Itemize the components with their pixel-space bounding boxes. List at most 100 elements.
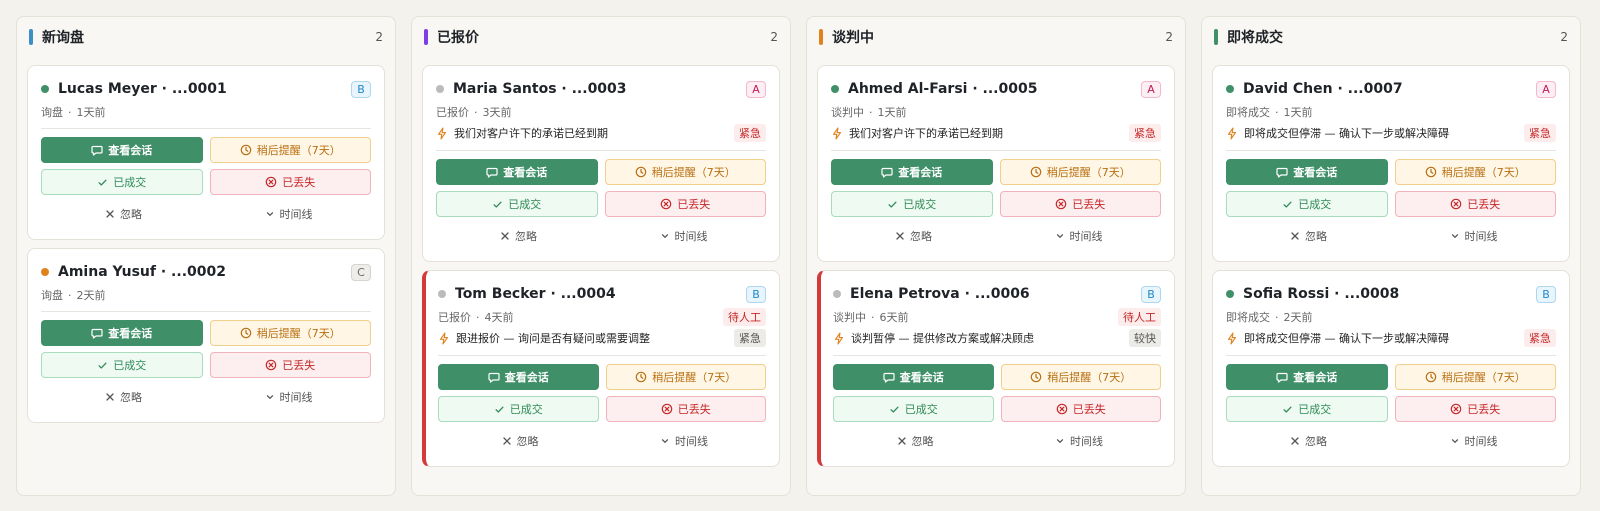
ignore-button[interactable]: 忽略 — [438, 433, 602, 449]
close-icon — [105, 392, 115, 402]
column-count: 2 — [770, 30, 778, 44]
outcome-actions: 已成交 已丢失 — [41, 352, 371, 378]
x-circle-icon — [660, 198, 672, 210]
view-chat-button[interactable]: 查看会话 — [831, 159, 993, 185]
status-dot — [833, 290, 841, 298]
lead-card[interactable]: Lucas Meyer · ...0001 B 询盘 · 1天前 查看会话 稍后提醒（7天）… — [27, 65, 385, 240]
mark-won-button[interactable]: 已成交 — [1226, 191, 1388, 217]
ignore-button[interactable]: 忽略 — [831, 228, 996, 244]
lead-card[interactable]: Elena Petrova · ...0006 B 谈判中 · 6天前 待人工 谈判暂停 —… — [817, 270, 1175, 467]
grade-badge: B — [746, 285, 766, 303]
mark-won-button[interactable]: 已成交 — [41, 352, 203, 378]
link-label: 忽略 — [911, 435, 934, 448]
urgency-badge: 紧急 — [1524, 124, 1556, 142]
mark-lost-button[interactable]: 已丢失 — [604, 191, 766, 217]
ignore-button[interactable]: 忽略 — [436, 228, 601, 244]
lead-card[interactable]: Sofia Rossi · ...0008 B 即将成交 · 2天前 即将成交但停滞 — … — [1212, 270, 1570, 467]
lead-name: Maria Santos · ...0003 — [453, 81, 627, 97]
mark-won-button[interactable]: 已成交 — [831, 191, 993, 217]
ignore-button[interactable]: 忽略 — [1226, 433, 1391, 449]
mark-lost-button[interactable]: 已丢失 — [1394, 191, 1556, 217]
followup-reason: 谈判暂停 — 提供修改方案或解决顾虑 较快 — [833, 327, 1161, 349]
primary-actions: 查看会话 稍后提醒（7天） — [1226, 364, 1556, 390]
lead-stage: 即将成交 — [1226, 106, 1270, 119]
remind-later-button[interactable]: 稍后提醒（7天） — [1000, 364, 1161, 390]
button-label: 已丢失 — [677, 403, 711, 416]
clock-icon — [1425, 371, 1437, 383]
column-header: 谈判中 2 — [817, 17, 1175, 57]
view-chat-button[interactable]: 查看会话 — [1226, 364, 1388, 390]
grade-badge: B — [1141, 285, 1161, 303]
card-divider — [41, 311, 371, 312]
lead-card[interactable]: Amina Yusuf · ...0002 C 询盘 · 2天前 查看会话 稍后提醒（7天）… — [27, 248, 385, 423]
chevron-down-icon — [265, 392, 275, 402]
ignore-button[interactable]: 忽略 — [833, 433, 997, 449]
card-divider — [1226, 150, 1556, 151]
ignore-button[interactable]: 忽略 — [41, 206, 206, 222]
lead-card[interactable]: David Chen · ...0007 A 即将成交 · 1天前 即将成交但停滞 — 确… — [1212, 65, 1570, 262]
remind-later-button[interactable]: 稍后提醒（7天） — [209, 137, 371, 163]
button-label: 稍后提醒（7天） — [256, 327, 341, 340]
mark-won-button[interactable]: 已成交 — [1226, 396, 1388, 422]
view-chat-button[interactable]: 查看会话 — [41, 320, 203, 346]
column-color-bar — [424, 29, 428, 45]
needs-human-badge: 待人工 — [1118, 308, 1161, 326]
view-chat-button[interactable]: 查看会话 — [1226, 159, 1388, 185]
mark-won-button[interactable]: 已成交 — [438, 396, 599, 422]
lead-card[interactable]: Maria Santos · ...0003 A 已报价 · 3天前 我们对客户许下的承诺… — [422, 65, 780, 262]
lead-meta: 即将成交 · 1天前 — [1226, 102, 1556, 122]
lead-age: 3天前 — [482, 106, 512, 119]
check-icon — [1282, 199, 1293, 210]
x-circle-icon — [1450, 403, 1462, 415]
remind-later-button[interactable]: 稍后提醒（7天） — [604, 159, 766, 185]
ignore-button[interactable]: 忽略 — [41, 389, 206, 405]
grade-badge: B — [351, 80, 371, 98]
mark-lost-button[interactable]: 已丢失 — [999, 191, 1161, 217]
button-label: 已成交 — [1298, 403, 1332, 416]
view-chat-button[interactable]: 查看会话 — [41, 137, 203, 163]
remind-later-button[interactable]: 稍后提醒（7天） — [605, 364, 766, 390]
link-label: 忽略 — [1305, 435, 1327, 448]
timeline-toggle[interactable]: 时间线 — [996, 228, 1161, 244]
link-label: 时间线 — [279, 391, 313, 404]
mark-lost-button[interactable]: 已丢失 — [209, 352, 371, 378]
timeline-toggle[interactable]: 时间线 — [1391, 433, 1556, 449]
timeline-toggle[interactable]: 时间线 — [206, 206, 371, 222]
mark-lost-button[interactable]: 已丢失 — [209, 169, 371, 195]
lead-age: 2天前 — [76, 289, 106, 302]
timeline-toggle[interactable]: 时间线 — [602, 433, 766, 449]
chevron-down-icon — [1450, 231, 1460, 241]
button-label: 稍后提醒（7天） — [1047, 371, 1132, 384]
mark-won-button[interactable]: 已成交 — [833, 396, 994, 422]
mark-won-button[interactable]: 已成交 — [41, 169, 203, 195]
view-chat-button[interactable]: 查看会话 — [436, 159, 598, 185]
ignore-button[interactable]: 忽略 — [1226, 228, 1391, 244]
meta-separator: · — [869, 105, 873, 119]
close-icon — [500, 231, 510, 241]
mark-won-button[interactable]: 已成交 — [436, 191, 598, 217]
lead-card[interactable]: Ahmed Al-Farsi · ...0005 A 谈判中 · 1天前 我们对客户许下的… — [817, 65, 1175, 262]
timeline-toggle[interactable]: 时间线 — [206, 389, 371, 405]
lightning-icon — [436, 126, 454, 140]
remind-later-button[interactable]: 稍后提醒（7天） — [209, 320, 371, 346]
secondary-actions: 忽略 时间线 — [41, 201, 371, 227]
check-icon — [492, 199, 503, 210]
timeline-toggle[interactable]: 时间线 — [601, 228, 766, 244]
mark-lost-button[interactable]: 已丢失 — [1394, 396, 1556, 422]
mark-lost-button[interactable]: 已丢失 — [605, 396, 766, 422]
chat-icon — [1276, 371, 1288, 383]
lead-meta: 已报价 · 4天前 待人工 — [438, 307, 766, 327]
timeline-toggle[interactable]: 时间线 — [1391, 228, 1556, 244]
lead-card[interactable]: Tom Becker · ...0004 B 已报价 · 4天前 待人工 跟进报价 — 询问… — [422, 270, 780, 467]
view-chat-button[interactable]: 查看会话 — [438, 364, 599, 390]
status-dot — [41, 85, 49, 93]
timeline-toggle[interactable]: 时间线 — [997, 433, 1161, 449]
secondary-actions: 忽略 时间线 — [833, 428, 1161, 454]
remind-later-button[interactable]: 稍后提醒（7天） — [1394, 159, 1556, 185]
remind-later-button[interactable]: 稍后提醒（7天） — [1394, 364, 1556, 390]
mark-lost-button[interactable]: 已丢失 — [1000, 396, 1161, 422]
meta-separator: · — [68, 288, 72, 302]
view-chat-button[interactable]: 查看会话 — [833, 364, 994, 390]
secondary-actions: 忽略 时间线 — [436, 223, 766, 249]
remind-later-button[interactable]: 稍后提醒（7天） — [999, 159, 1161, 185]
